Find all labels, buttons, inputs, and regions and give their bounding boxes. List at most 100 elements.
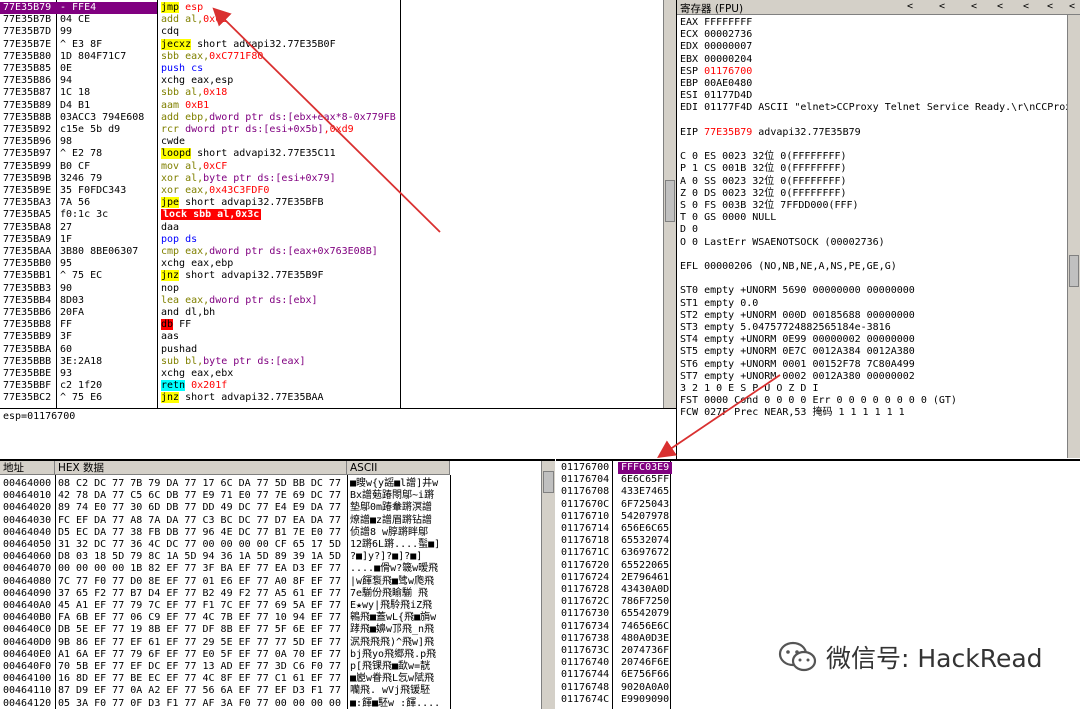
register-line[interactable]: EIP 77E35B79 advapi32.77E35B79 xyxy=(680,127,861,139)
register-line[interactable]: S 0 FS 003B 32位 7FFDD000(FFF) xyxy=(680,200,859,212)
instruction-token: byte ptr ds:[esi+0x79] xyxy=(203,172,336,184)
disassembly-row[interactable]: 77E35B97 ^ E2 78 loopd short advapi32.77E3… xyxy=(0,148,664,160)
disassembly-row[interactable]: 77E35BB8 FF db FF xyxy=(0,319,664,331)
register-line[interactable]: T 0 GS 0000 NULL xyxy=(680,212,776,224)
instruction-bytes: 3E:2A18 xyxy=(60,355,103,367)
nav-left-icon[interactable]: < xyxy=(997,1,1003,12)
scroll-thumb[interactable] xyxy=(665,180,675,222)
disassembly-scrollbar[interactable] xyxy=(663,0,676,408)
disassembly-row[interactable]: 77E35BB1 ^ 75 EC jnz short advapi32.77E35B… xyxy=(0,270,664,282)
disassembly-row[interactable]: 77E35BBF c2 1f20 retn 0x201f xyxy=(0,380,664,392)
instruction-token: and dl,bh xyxy=(161,307,216,318)
register-line[interactable]: EDX 00000007 xyxy=(680,41,752,53)
register-text: EAX FFFFFFFF xyxy=(680,17,753,28)
disassembly-row[interactable]: 77E35B96 98 cwde xyxy=(0,136,664,148)
memory-dump-pane[interactable]: 地址 HEX 数据 ASCII 00464000 08 C2 DC 77 7B 7… xyxy=(0,459,555,709)
stack-value: 63697672 xyxy=(621,547,670,559)
disassembly-row[interactable]: 77E35BBB 3E:2A18 sub bl,byte ptr ds:[eax] xyxy=(0,356,664,368)
watermark-text: 微信号: HackRead xyxy=(826,644,1043,673)
disassembly-row[interactable]: 77E35BBE 93 xchg eax,ebx xyxy=(0,368,664,380)
register-line[interactable]: C 0 ES 0023 32位 0(FFFFFFFF) xyxy=(680,151,847,163)
register-line[interactable]: ECX 00002736 xyxy=(680,29,752,41)
disassembly-row[interactable]: 77E35BBA 60 pushad xyxy=(0,344,664,356)
disassembly-pane[interactable]: 77E35B79 - FFE4 jmp esp 77E35B7B 04 CE add a… xyxy=(0,0,677,408)
register-line[interactable]: ST5 empty +UNORM 0E7C 0012A384 0012A380 xyxy=(680,346,915,358)
registers-scrollbar[interactable] xyxy=(1067,15,1080,458)
dump-header-address[interactable]: 地址 xyxy=(0,461,55,475)
disassembly-row[interactable]: 77E35BA8 27 daa xyxy=(0,222,664,234)
register-line[interactable]: EDI 01177F4D ASCII "elnet>CCProxy Telnet… xyxy=(680,102,1077,114)
register-line[interactable]: EFL 00000206 (NO,NB,NE,A,NS,PE,GE,G) xyxy=(680,261,897,273)
disassembly-row[interactable]: 77E35BA5 f0:1c 3c lock sbb al,0x3c xyxy=(0,209,664,221)
dump-scrollbar[interactable] xyxy=(541,461,555,709)
register-line[interactable]: FST 0000 Cond 0 0 0 0 Err 0 0 0 0 0 0 0 … xyxy=(680,395,957,407)
dump-address: 00464070 xyxy=(3,563,52,575)
register-line[interactable]: A 0 SS 0023 32位 0(FFFFFFFF) xyxy=(680,176,847,188)
dump-address: 004640A0 xyxy=(3,600,52,611)
register-line[interactable]: ESI 01177D4D xyxy=(680,90,752,102)
register-line[interactable]: FCW 027F Prec NEAR,53 掩码 1 1 1 1 1 1 xyxy=(680,407,905,419)
disassembly-row[interactable]: 77E35B92 c15e 5b d9 rcr dword ptr ds:[esi… xyxy=(0,124,664,136)
registers-pane[interactable]: 寄存器 (FPU) < < < < < < < EAX FFFFFFFF ECX … xyxy=(677,0,1080,458)
disassembly-row[interactable]: 77E35B99 B0 CF mov al,0xCF xyxy=(0,161,664,173)
disassembly-row[interactable]: 77E35BA9 1F pop ds xyxy=(0,234,664,246)
nav-left-icon[interactable]: < xyxy=(907,1,913,12)
register-line[interactable]: ST1 empty 0.0 xyxy=(680,298,758,310)
nav-left-icon[interactable]: < xyxy=(939,1,945,12)
scroll-thumb[interactable] xyxy=(1069,255,1079,287)
register-line[interactable]: Z 0 DS 0023 32位 0(FFFFFFFF) xyxy=(680,188,847,200)
disassembly-row[interactable]: 77E35BB9 3F aas xyxy=(0,331,664,343)
register-line[interactable]: ST0 empty +UNORM 5690 00000000 00000000 xyxy=(680,285,915,297)
disassembly-row[interactable]: 77E35B7D 99 cdq xyxy=(0,26,664,38)
register-line[interactable]: ST4 empty +UNORM 0E99 00000002 00000000 xyxy=(680,334,915,346)
register-line[interactable]: ST7 empty +UNORM 0002 0012A380 00000002 xyxy=(680,371,915,383)
register-line[interactable]: ESP 01176700 xyxy=(680,66,752,78)
disassembly-row[interactable]: 77E35B89 D4 B1 aam 0xB1 xyxy=(0,100,664,112)
instruction-token: nop xyxy=(161,282,180,294)
stack-address: 01176734 xyxy=(561,620,610,632)
disassembly-row[interactable]: 77E35BB4 8D03 lea eax,dword ptr ds:[ebx] xyxy=(0,295,664,307)
instruction-address: 77E35B7B xyxy=(3,14,52,26)
disassembly-row[interactable]: 77E35BB3 90 nop xyxy=(0,283,664,295)
register-line[interactable]: EAX FFFFFFFF xyxy=(680,17,752,29)
instruction-token: dword ptr ds:[ebx] xyxy=(209,294,318,306)
disassembly-row[interactable]: 77E35BB6 20FA and dl,bh xyxy=(0,307,664,319)
register-line[interactable]: O 0 LastErr WSAENOTSOCK (00002736) xyxy=(680,237,885,249)
disassembly-row[interactable]: 77E35B87 1C 18 sbb al,0x18 xyxy=(0,87,664,99)
disassembly-row[interactable]: 77E35B7E ^ E3 8F jecxz short advapi32.77E3… xyxy=(0,38,664,51)
stack-address: 01176710 xyxy=(561,510,610,522)
register-line[interactable]: 3 2 1 0 E S P U O Z D I xyxy=(680,383,818,395)
instruction-bytes: f0:1c 3c xyxy=(60,209,109,221)
register-line[interactable]: P 1 CS 001B 32位 0(FFFFFFFF) xyxy=(680,163,847,175)
instruction-text: jnz short advapi32.77E35BAA xyxy=(161,392,324,404)
register-text: ST1 empty 0.0 xyxy=(680,297,759,309)
nav-left-icon[interactable]: < xyxy=(971,1,977,12)
disassembly-row[interactable]: 77E35BAA 3B80 8BE06307 cmp eax,dword ptr … xyxy=(0,246,664,258)
disassembly-row[interactable]: 77E35BC2 ^ 75 E6 jnz short advapi32.77E35B… xyxy=(0,392,664,404)
dump-header-hex[interactable]: HEX 数据 xyxy=(55,461,347,475)
register-line[interactable]: EBX 00000204 xyxy=(680,54,752,66)
register-line[interactable]: ST3 empty 5.04757724882565184e-3816 xyxy=(680,322,891,334)
register-text: P 1 CS 001B 32位 0(FFFFFFFF) xyxy=(680,163,847,175)
disassembly-row[interactable]: 77E35B7B 04 CE add al,0xCE xyxy=(0,14,664,26)
nav-left-icon[interactable]: < xyxy=(1047,1,1053,12)
disassembly-row[interactable]: 77E35B85 0E push cs xyxy=(0,63,664,75)
nav-left-icon[interactable]: < xyxy=(1023,1,1029,12)
disassembly-row[interactable]: 77E35B8B 03ACC3 794E608 add ebp,dword ptr… xyxy=(0,112,664,124)
register-line[interactable]: ST2 empty +UNORM 000D 00185688 00000000 xyxy=(680,310,915,322)
register-line[interactable]: ST6 empty +UNORM 0001 00152F78 7C80A499 xyxy=(680,359,915,371)
dump-header-ascii[interactable]: ASCII xyxy=(347,461,450,475)
disassembly-row[interactable]: 77E35B9B 3246 79 xor al,byte ptr ds:[esi+… xyxy=(0,173,664,185)
scroll-thumb[interactable] xyxy=(543,471,554,493)
disassembly-row[interactable]: 77E35B86 94 xchg eax,esp xyxy=(0,75,664,87)
disassembly-row[interactable]: 77E35B9E 35 F0FDC343 xor eax,0x43C3FDF0 xyxy=(0,185,664,197)
register-line[interactable]: D 0 xyxy=(680,224,698,236)
register-line[interactable]: EBP 00AE0480 xyxy=(680,78,752,90)
instruction-token: aas xyxy=(161,331,180,343)
register-text: ST0 empty +UNORM 5690 00000000 00000000 xyxy=(680,285,915,297)
disassembly-row[interactable]: 77E35BB0 95 xchg eax,ebp xyxy=(0,258,664,270)
disassembly-row[interactable]: 77E35B79 - FFE4 jmp esp xyxy=(0,2,664,14)
disassembly-row[interactable]: 77E35B80 1D 804F71C7 sbb eax,0xC771F80 xyxy=(0,51,664,63)
nav-left-icon[interactable]: < xyxy=(1069,1,1075,12)
disassembly-row[interactable]: 77E35BA3 7A 56 jpe short advapi32.77E35BF… xyxy=(0,197,664,209)
